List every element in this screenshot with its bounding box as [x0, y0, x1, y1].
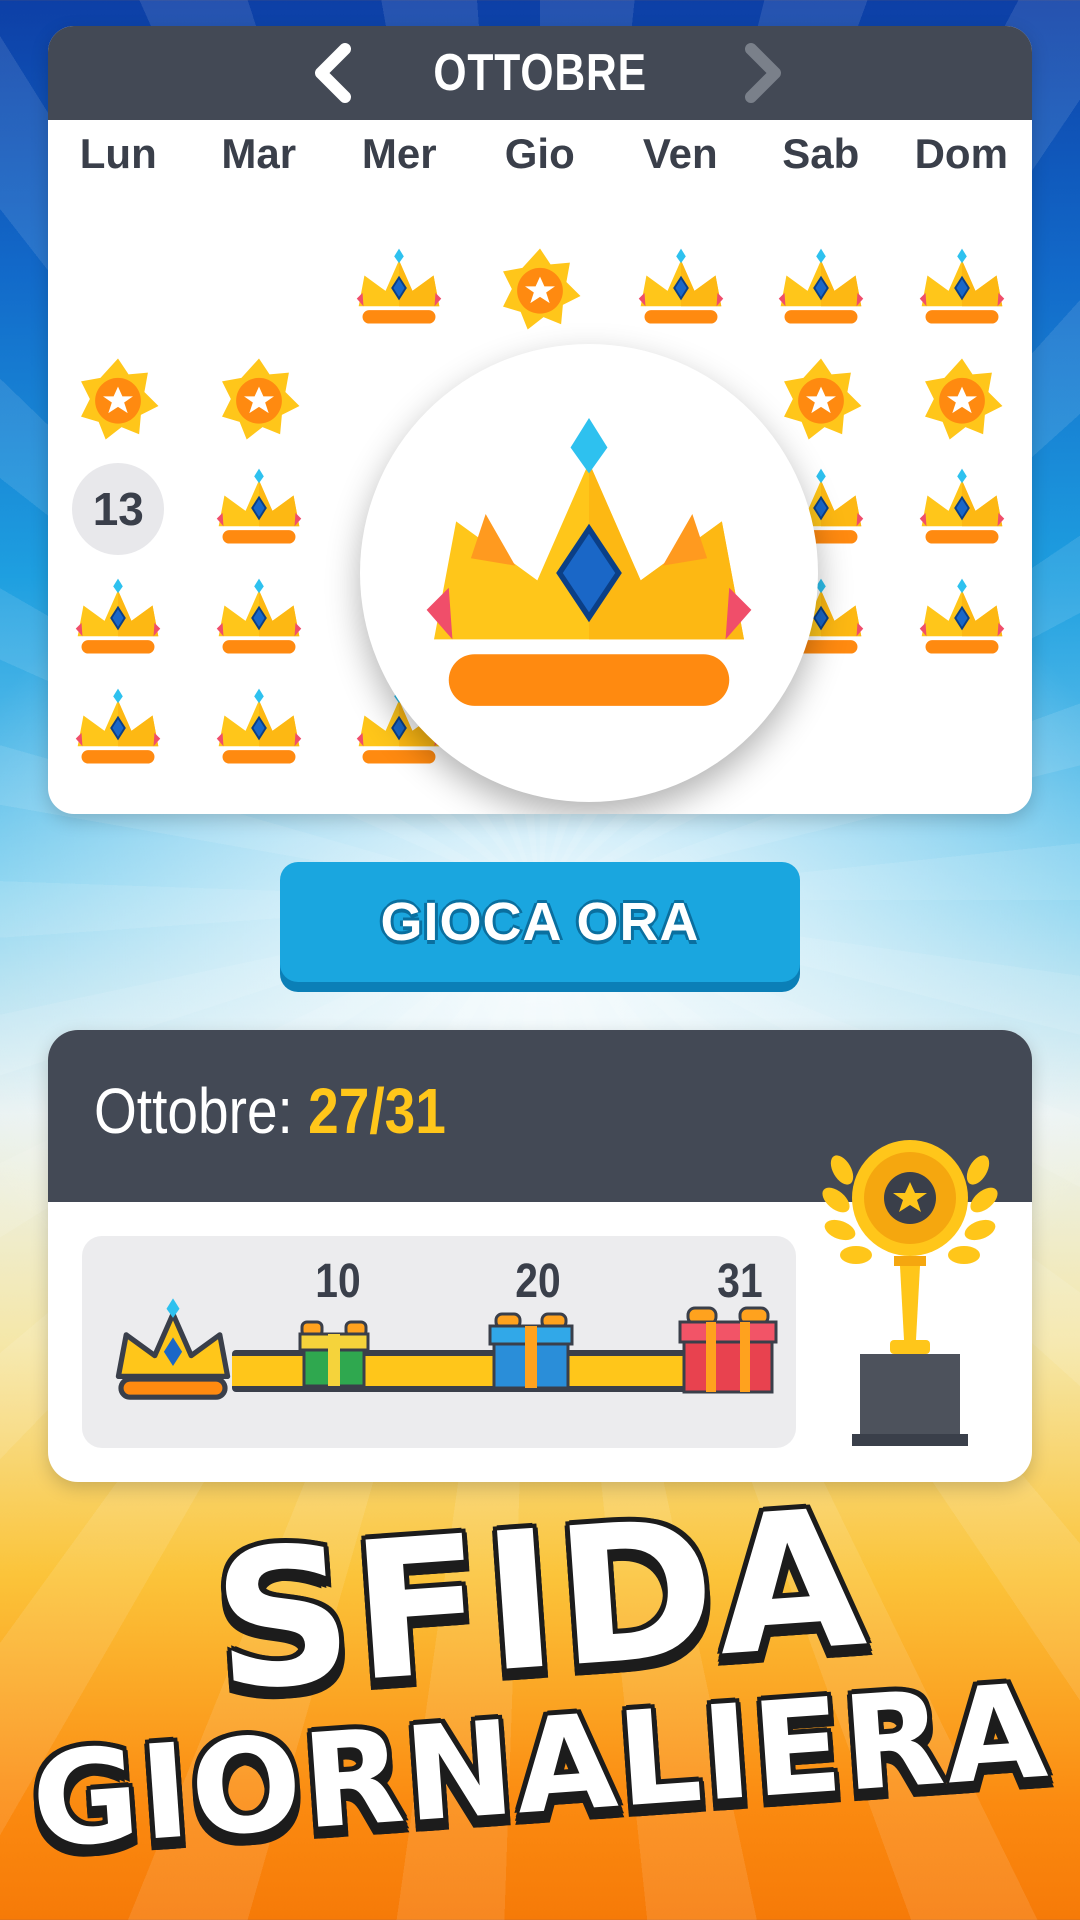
trophy-icon — [822, 1140, 998, 1446]
calendar-day-completed[interactable] — [761, 234, 881, 344]
milestone-label-20: 20 — [515, 1255, 561, 1308]
crown-icon — [914, 467, 1010, 551]
calendar-day-completed[interactable] — [902, 564, 1022, 674]
calendar-day-completed[interactable] — [199, 564, 319, 674]
progress-count: 27/31 — [308, 1075, 446, 1147]
calendar-day-completed[interactable] — [339, 234, 459, 344]
calendar-day-completed[interactable] — [902, 454, 1022, 564]
calendar-day-star[interactable] — [58, 344, 178, 454]
calendar-day-star[interactable] — [480, 234, 600, 344]
milestone-label-31: 31 — [717, 1255, 763, 1308]
weekday-wed: Mer — [361, 130, 437, 177]
calendar-card: OTTOBRE Lun Mar Mer Gio Ven Sab Dom 13 — [48, 26, 1032, 814]
crown-icon — [633, 247, 729, 331]
monthly-progress-card: Ottobre: 27/31 10 20 31 — [48, 1030, 1032, 1482]
calendar-day-completed[interactable] — [58, 564, 178, 674]
star-medal-icon — [496, 245, 584, 333]
star-medal-icon — [74, 355, 162, 443]
weekday-fri: Ven — [642, 130, 718, 177]
weekday-sun: Dom — [914, 130, 1008, 177]
crown-icon — [426, 418, 752, 706]
crown-icon — [70, 577, 166, 661]
star-medal-icon — [777, 355, 865, 443]
crown-icon — [773, 247, 869, 331]
play-now-button[interactable]: GIOCA ORA — [280, 862, 800, 982]
progress-month-label: Ottobre: — [94, 1075, 293, 1147]
calendar-day-completed[interactable] — [621, 234, 741, 344]
crown-icon — [211, 577, 307, 661]
crown-icon — [70, 687, 166, 771]
play-now-label: GIOCA ORA — [380, 892, 700, 952]
calendar-day-star[interactable] — [902, 344, 1022, 454]
weekday-sat: Sab — [782, 130, 860, 177]
calendar-day-completed[interactable] — [58, 674, 178, 784]
gift-icon-blue — [488, 1312, 574, 1390]
milestone-label-10: 10 — [315, 1255, 361, 1308]
star-medal-icon — [215, 355, 303, 443]
crown-icon — [914, 577, 1010, 661]
weekday-tue: Mar — [221, 130, 297, 177]
weekday-thu: Gio — [504, 130, 575, 177]
progress-track: 10 20 31 — [82, 1236, 796, 1448]
calendar-day-completed[interactable] — [199, 674, 319, 784]
gift-icon-green — [298, 1320, 370, 1388]
crown-icon — [351, 247, 447, 331]
calendar-day-star[interactable] — [199, 344, 319, 454]
calendar-day-completed[interactable] — [902, 234, 1022, 344]
calendar-day-today[interactable]: 13 — [58, 454, 178, 564]
calendar-month-title: OTTOBRE — [433, 44, 647, 102]
weekday-mon: Lun — [79, 130, 157, 177]
chevron-left-icon[interactable] — [306, 43, 360, 103]
crown-icon — [211, 467, 307, 551]
star-medal-icon — [918, 355, 1006, 443]
calendar-day-star[interactable] — [761, 344, 881, 454]
chevron-right-icon[interactable] — [736, 43, 790, 103]
progress-title: Ottobre: 27/31 — [94, 1074, 446, 1148]
today-date: 13 — [72, 463, 165, 555]
crown-icon — [115, 1298, 231, 1400]
calendar-day-completed[interactable] — [199, 454, 319, 564]
crown-icon — [914, 247, 1010, 331]
crown-icon — [211, 687, 307, 771]
featured-crown — [360, 344, 818, 802]
calendar-header: OTTOBRE — [48, 26, 1032, 120]
gift-icon-red — [678, 1306, 778, 1394]
weekday-row: Lun Mar Mer Gio Ven Sab Dom — [48, 130, 1032, 178]
